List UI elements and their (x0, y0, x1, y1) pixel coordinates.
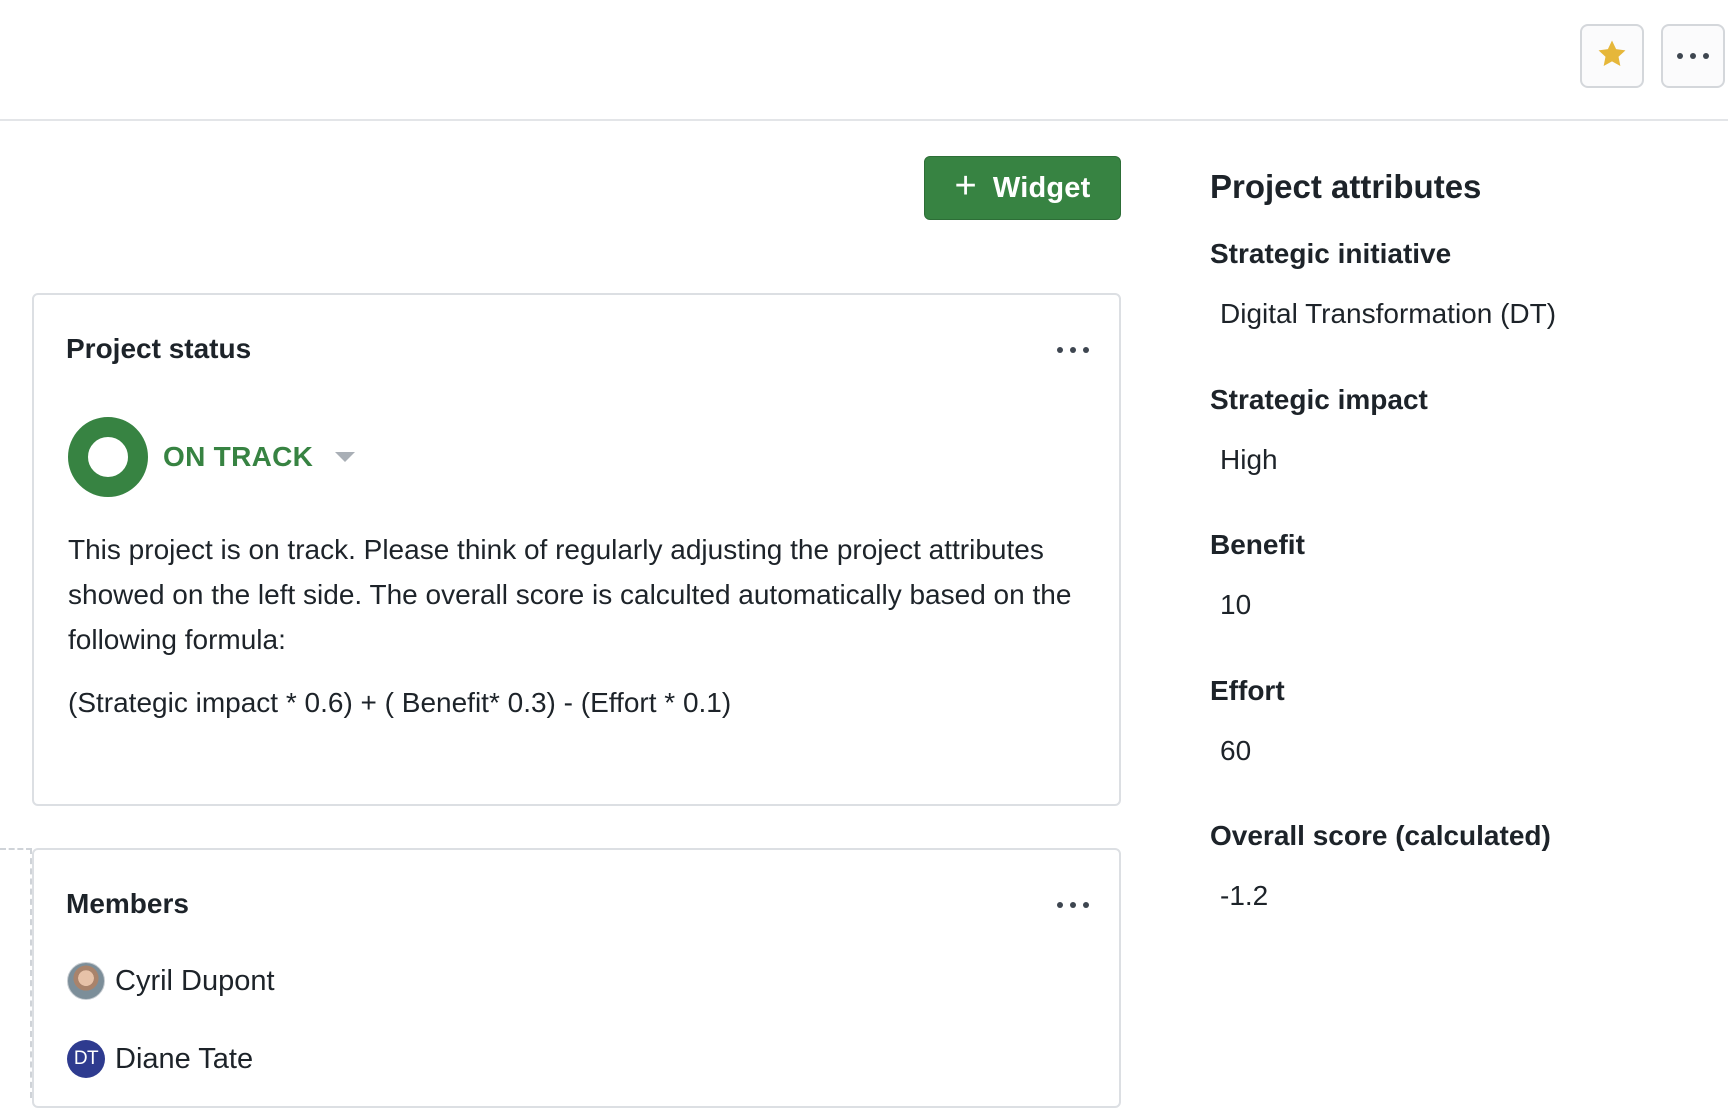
attribute-strategic-impact: Strategic impact High (1210, 384, 1428, 476)
attribute-strategic-initiative: Strategic initiative Digital Transformat… (1210, 238, 1556, 330)
status-selector[interactable]: ON TRACK (68, 417, 356, 497)
plus-icon: + (954, 165, 977, 207)
widget-menu-icon[interactable] (1057, 347, 1089, 353)
favorite-button[interactable] (1580, 24, 1644, 88)
chevron-down-icon (335, 452, 356, 462)
status-label: ON TRACK (163, 441, 314, 472)
attribute-label: Strategic impact (1210, 384, 1428, 415)
attribute-label: Benefit (1210, 529, 1305, 560)
attribute-overall-score: Overall score (calculated) -1.2 (1210, 820, 1551, 912)
status-ring-icon (68, 417, 148, 497)
more-horizontal-icon (1677, 53, 1709, 59)
member-name: Diane Tate (115, 1042, 254, 1075)
widget-title: Members (66, 888, 189, 919)
more-options-button[interactable] (1661, 24, 1725, 88)
widget-title: Project status (66, 333, 252, 364)
panel-title: Project attributes (1210, 168, 1482, 205)
score-formula: (Strategic impact * 0.6) + ( Benefit* 0.… (68, 687, 732, 718)
project-status-widget: Project status ON TRACK This project is … (32, 293, 1121, 806)
star-icon (1595, 37, 1629, 76)
attribute-label: Effort (1210, 675, 1285, 706)
member-name: Cyril Dupont (115, 964, 275, 997)
widget-menu-icon[interactable] (1057, 902, 1089, 908)
attribute-effort: Effort 60 (1210, 675, 1285, 767)
avatar: DT (67, 1040, 105, 1078)
add-widget-button[interactable]: + Widget (924, 156, 1121, 220)
attribute-value[interactable]: Digital Transformation (DT) (1220, 298, 1556, 330)
avatar (67, 962, 105, 1000)
attribute-value: -1.2 (1220, 880, 1269, 911)
attribute-label: Overall score (calculated) (1210, 820, 1551, 851)
member-item[interactable]: Cyril Dupont (67, 962, 275, 1000)
drop-zone-guide (0, 848, 32, 1098)
members-widget: Members Cyril Dupont DT Diane Tate (32, 848, 1121, 1108)
attribute-value[interactable]: 10 (1220, 589, 1305, 621)
add-widget-label: Widget (992, 171, 1091, 204)
attribute-value[interactable]: High (1220, 444, 1428, 476)
status-description: This project is on track. Please think o… (68, 534, 1072, 655)
attribute-label: Strategic initiative (1210, 238, 1452, 269)
page-header (0, 0, 1728, 121)
member-item[interactable]: DT Diane Tate (67, 1040, 253, 1078)
attribute-benefit: Benefit 10 (1210, 529, 1305, 621)
attribute-value[interactable]: 60 (1220, 735, 1285, 767)
project-attributes-panel: Project attributes Strategic initiative … (1210, 168, 1710, 911)
